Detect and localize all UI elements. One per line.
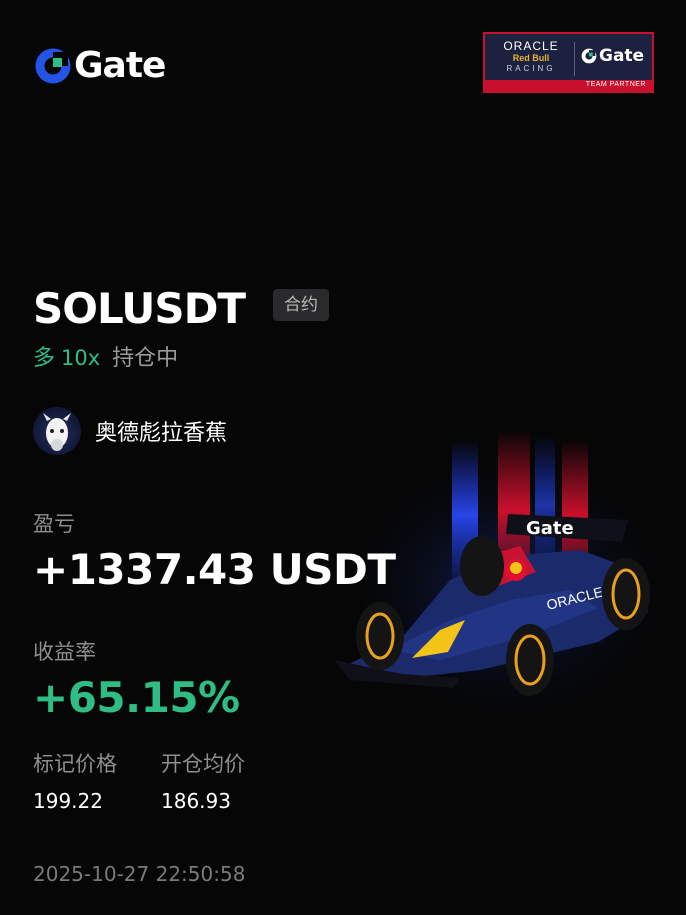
entry-price-label: 开仓均价 [161,752,245,776]
partner-divider [574,42,575,76]
position-direction: 多 [33,346,56,371]
position-info: 多 10x 持仓中 [33,340,178,372]
user-row: 奥德彪拉香蕉 [33,407,227,455]
redbull-wordmark: Red Bull [512,53,550,63]
team-partner-banner: ORACLE Red Bull RACING Gate TEAM PARTNER [483,32,654,93]
partner-gate-logo: Gate [581,46,644,66]
contract-badge: 合约 [273,289,329,321]
entry-price-value: 186.93 [161,789,231,813]
leverage: 10x [61,346,101,370]
roi-label: 收益率 [33,640,96,664]
mark-price-label: 标记价格 [33,752,117,776]
gate-logo-icon [581,48,597,64]
car-wing-gate-text: Gate [526,518,574,539]
pnl-value: +1337.43 USDT [33,545,396,594]
gate-logo-icon [35,48,71,84]
timestamp: 2025-10-27 22:50:58 [33,862,246,886]
racing-wordmark: RACING [506,64,556,73]
gate-logo-text: Gate [74,45,166,86]
roi-value: +65.15% [33,673,240,722]
gate-logo: Gate [34,45,166,86]
pnl-label: 盈亏 [33,512,75,536]
goat-avatar-icon [43,413,71,451]
username: 奥德彪拉香蕉 [95,421,228,446]
avatar [33,407,81,455]
position-status: 持仓中 [112,346,179,371]
mark-price-value: 199.22 [33,789,103,813]
trading-pair: SOLUSDT [33,284,246,333]
oracle-wordmark: ORACLE [503,39,559,53]
team-partner-tag: TEAM PARTNER [485,80,652,91]
